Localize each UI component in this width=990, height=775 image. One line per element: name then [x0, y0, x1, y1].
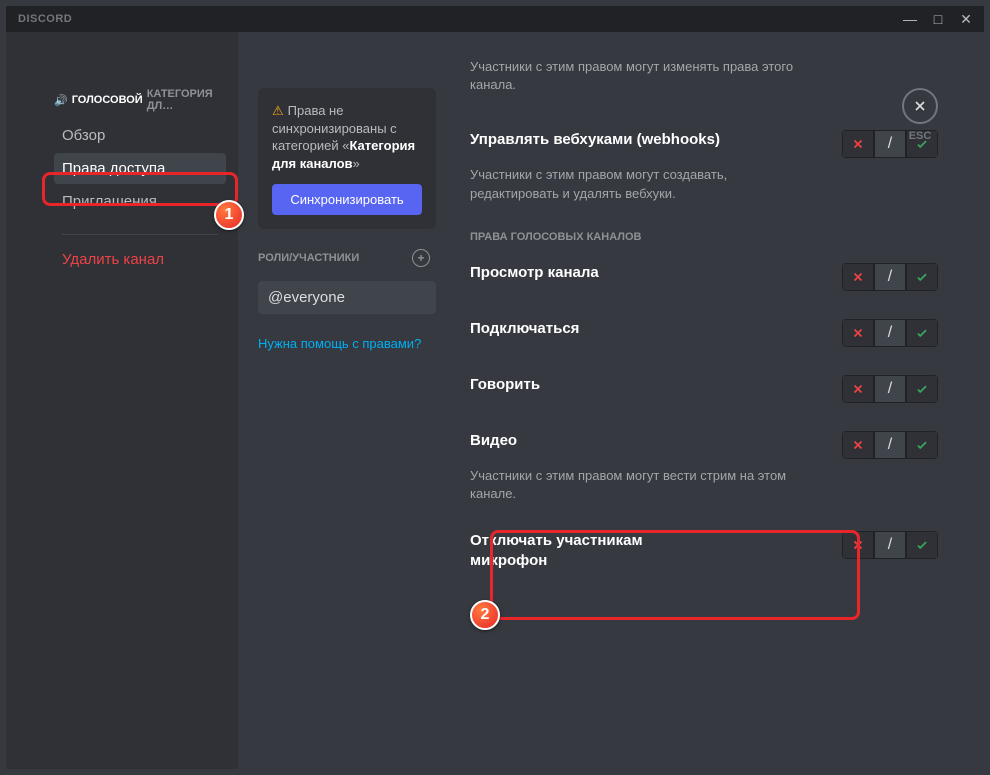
sidebar-item-permissions[interactable]: Права доступа [54, 153, 226, 184]
esc-label: ESC [902, 130, 938, 142]
sync-button[interactable]: Синхронизировать [272, 184, 422, 215]
titlebar: DISCORD — □ ✕ [6, 6, 984, 32]
perm-mute: Отключать участникам микрофон / [470, 531, 938, 570]
toggle-allow[interactable] [906, 319, 938, 347]
voice-perms-heading: ПРАВА ГОЛОСОВЫХ КАНАЛОВ [470, 231, 938, 243]
sidebar-item-invites[interactable]: Приглашения [54, 186, 226, 217]
add-role-button[interactable]: + [412, 249, 430, 267]
toggle-neutral[interactable]: / [874, 319, 906, 347]
roles-column: ⚠Права не синхронизированы с категорией … [238, 32, 448, 769]
toggle-allow[interactable] [906, 375, 938, 403]
channel-name: ГОЛОСОВОЙ [72, 94, 143, 106]
perm-title-connect: Подключаться [470, 319, 579, 339]
close-settings-button[interactable] [902, 88, 938, 124]
toggle-deny[interactable] [842, 375, 874, 403]
window-close-button[interactable]: ✕ [952, 8, 980, 30]
toggle-deny[interactable] [842, 263, 874, 291]
perm-connect: Подключаться / [470, 319, 938, 347]
maximize-button[interactable]: □ [924, 8, 952, 30]
toggle-deny[interactable] [842, 130, 874, 158]
settings-sidebar: 🔊 ГОЛОСОВОЙ КАТЕГОРИЯ ДЛ… Обзор Права до… [6, 32, 238, 769]
window-controls: — □ ✕ [896, 8, 980, 30]
sidebar-heading: 🔊 ГОЛОСОВОЙ КАТЕГОРИЯ ДЛ… [54, 88, 226, 112]
toggle-video[interactable]: / [842, 431, 938, 459]
sidebar-item-delete-channel[interactable]: Удалить канал [54, 237, 226, 275]
perm-title-video: Видео [470, 431, 517, 451]
toggle-view[interactable]: / [842, 263, 938, 291]
close-area: ESC [902, 88, 938, 142]
speaker-icon: 🔊 [54, 94, 68, 107]
toggle-mute[interactable]: / [842, 531, 938, 559]
perm-webhooks: Управлять вебхуками (webhooks) / Участни… [470, 130, 938, 202]
toggle-neutral[interactable]: / [874, 375, 906, 403]
perm-speak: Говорить / [470, 375, 938, 403]
perm-title-mute: Отключать участникам микрофон [470, 531, 670, 570]
sidebar-item-overview[interactable]: Обзор [54, 120, 226, 151]
toggle-allow[interactable] [906, 431, 938, 459]
toggle-neutral[interactable]: / [874, 263, 906, 291]
perm-title-speak: Говорить [470, 375, 540, 395]
toggle-allow[interactable] [906, 531, 938, 559]
roles-heading: РОЛИ/УЧАСТНИКИ + [258, 249, 436, 267]
toggle-connect[interactable]: / [842, 319, 938, 347]
warning-icon: ⚠ [272, 103, 284, 118]
perm-video: Видео / Участники с этим правом могут ве… [470, 431, 938, 503]
perm-view-channel: Просмотр канала / [470, 263, 938, 291]
perm-title-view: Просмотр канала [470, 263, 599, 283]
toggle-speak[interactable]: / [842, 375, 938, 403]
perm-desc-video: Участники с этим правом могут вести стри… [470, 467, 810, 503]
category-suffix: КАТЕГОРИЯ ДЛ… [147, 88, 226, 112]
perm-desc-top: Участники с этим правом могут изменять п… [470, 58, 810, 94]
role-everyone[interactable]: @everyone [258, 281, 436, 314]
toggle-deny[interactable] [842, 319, 874, 347]
perm-title-webhooks: Управлять вебхуками (webhooks) [470, 130, 720, 150]
toggle-deny[interactable] [842, 431, 874, 459]
permissions-help-link[interactable]: Нужна помощь с правами? [258, 336, 436, 351]
sync-card: ⚠Права не синхронизированы с категорией … [258, 88, 436, 229]
toggle-neutral[interactable]: / [874, 531, 906, 559]
app-logo: DISCORD [10, 13, 72, 25]
toggle-allow[interactable] [906, 263, 938, 291]
sync-text: ⚠Права не синхронизированы с категорией … [272, 102, 422, 172]
permissions-column: Участники с этим правом могут изменять п… [448, 32, 984, 769]
toggle-deny[interactable] [842, 531, 874, 559]
minimize-button[interactable]: — [896, 8, 924, 30]
toggle-neutral[interactable]: / [874, 431, 906, 459]
perm-desc-webhooks: Участники с этим правом могут создавать,… [470, 166, 810, 202]
